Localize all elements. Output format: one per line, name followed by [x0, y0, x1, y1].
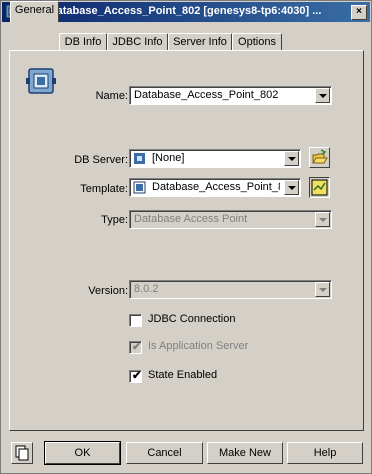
cancel-button-label: Cancel [147, 447, 182, 459]
template-browse-icon [311, 179, 328, 196]
name-label: Name: [95, 90, 128, 102]
dialog-window: New Database_Access_Point_802 [genesys8-… [0, 0, 372, 474]
window-title: New Database_Access_Point_802 [genesys8-… [23, 5, 322, 17]
tab-options-label: Options [238, 36, 276, 48]
copy-button[interactable] [11, 442, 33, 464]
template-combobox[interactable]: Database_Access_Point_8 [129, 178, 301, 197]
help-button[interactable]: Help [287, 442, 363, 464]
name-value: Database_Access_Point_802 [134, 89, 279, 101]
folder-open-icon [312, 149, 328, 164]
is-application-server-check-mark: ✔ [132, 341, 142, 353]
template-value: Database_Access_Point_8 [152, 181, 280, 193]
general-tab-panel: Name: Database_Access_Point_802 DB Serve… [9, 50, 364, 431]
template-dropdown-button[interactable] [284, 180, 299, 195]
version-dropdown-button [315, 282, 330, 297]
type-dropdown-button [315, 212, 330, 227]
cancel-button[interactable]: Cancel [126, 442, 203, 464]
ok-button[interactable]: OK [44, 441, 121, 465]
tab-general[interactable]: General [10, 1, 59, 22]
version-combobox: 8.0.2 [129, 280, 332, 299]
tab-jdbc-info[interactable]: JDBC Info [107, 33, 168, 51]
db-server-value: [None] [152, 152, 185, 164]
state-enabled-checkbox[interactable]: ✔ [129, 370, 142, 383]
make-new-button-label: Make New [219, 447, 271, 459]
template-icon [133, 181, 146, 194]
tab-options[interactable]: Options [232, 33, 282, 51]
tab-server-info[interactable]: Server Info [168, 33, 232, 51]
tab-general-label: General [14, 4, 55, 16]
browse-db-server-button[interactable] [309, 147, 330, 168]
make-new-button[interactable]: Make New [207, 442, 283, 464]
version-value: 8.0.2 [134, 283, 159, 295]
tab-db-info[interactable]: DB Info [59, 33, 107, 51]
db-server-icon [134, 153, 145, 164]
db-server-label: DB Server: [74, 154, 128, 166]
db-server-combobox[interactable]: [None] [129, 149, 301, 168]
type-value: Database Access Point [134, 213, 248, 225]
copy-icon [15, 445, 29, 461]
ok-button-label: OK [74, 447, 91, 459]
state-enabled-label: State Enabled [148, 369, 218, 381]
help-button-label: Help [313, 447, 337, 459]
is-application-server-checkbox: ✔ [129, 341, 142, 354]
is-application-server-label: Is Application Server [148, 340, 249, 352]
db-server-dropdown-button[interactable] [284, 151, 299, 166]
name-dropdown-button[interactable] [315, 88, 330, 103]
type-combobox: Database Access Point [129, 210, 332, 229]
type-label: Type: [101, 214, 128, 226]
browse-template-button[interactable] [309, 177, 330, 198]
jdbc-connection-label: JDBC Connection [148, 313, 236, 325]
template-label: Template: [80, 183, 128, 195]
version-label: Version: [88, 285, 128, 297]
tab-server-info-label: Server Info [173, 36, 227, 48]
tab-jdbc-info-label: JDBC Info [112, 36, 163, 48]
name-combobox[interactable]: Database_Access_Point_802 [129, 86, 332, 105]
tab-db-info-label: DB Info [64, 36, 102, 48]
jdbc-connection-checkbox[interactable] [129, 314, 142, 327]
close-button[interactable]: × [351, 5, 367, 20]
state-enabled-check-mark: ✔ [132, 370, 142, 382]
